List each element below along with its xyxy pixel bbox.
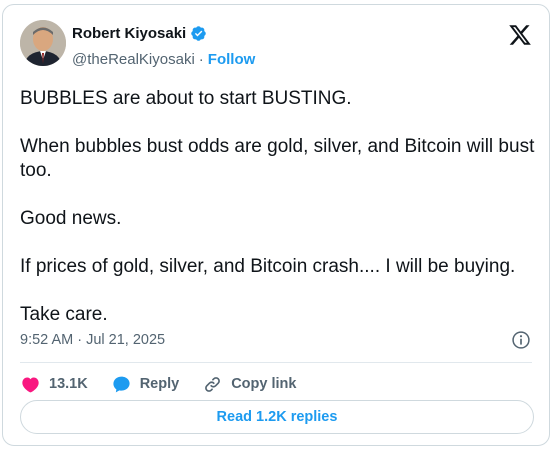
action-bar: 13.1K Reply Copy link <box>20 372 319 396</box>
like-button[interactable]: 13.1K <box>20 372 88 396</box>
chat-bubble-icon <box>113 376 130 392</box>
tweet-paragraph: Take care. <box>20 304 108 325</box>
x-logo-icon[interactable] <box>507 23 533 47</box>
tweet-timestamp[interactable]: 9:52 AM · Jul 21, 2025 <box>20 332 165 348</box>
tweet-paragraph: If prices of gold, silver, and Bitcoin c… <box>20 256 516 277</box>
verified-badge-icon <box>191 26 206 41</box>
info-icon[interactable] <box>511 330 531 350</box>
separator-dot: · <box>198 51 204 68</box>
author-name[interactable]: Robert Kiyosaki <box>72 25 186 42</box>
read-replies-button[interactable]: Read 1.2K replies <box>20 400 534 434</box>
tweet-paragraph: When bubbles bust odds are gold, silver,… <box>20 136 535 181</box>
tweet-paragraph: Good news. <box>20 208 122 229</box>
reply-button[interactable]: Reply <box>111 372 180 396</box>
copy-link-button[interactable]: Copy link <box>202 372 296 396</box>
tweet-paragraph: BUBBLES are about to start BUSTING. <box>20 88 352 109</box>
heart-icon <box>22 377 39 392</box>
divider <box>20 362 532 363</box>
follow-button[interactable]: Follow <box>208 51 256 68</box>
author-handle-row: @theRealKiyosaki · Follow <box>72 51 255 68</box>
tweet-text: BUBBLES are about to start BUSTING. When… <box>20 87 540 327</box>
reply-label: Reply <box>139 376 180 392</box>
copy-link-label: Copy link <box>231 376 297 392</box>
tweet-card: Robert Kiyosaki @theRealKiyosaki · Follo… <box>2 4 550 446</box>
author-name-row: Robert Kiyosaki <box>72 25 207 42</box>
avatar-image <box>20 20 66 66</box>
avatar[interactable] <box>20 20 66 66</box>
link-icon <box>205 376 221 392</box>
author-handle[interactable]: @theRealKiyosaki <box>72 51 195 68</box>
like-count: 13.1K <box>49 376 88 392</box>
